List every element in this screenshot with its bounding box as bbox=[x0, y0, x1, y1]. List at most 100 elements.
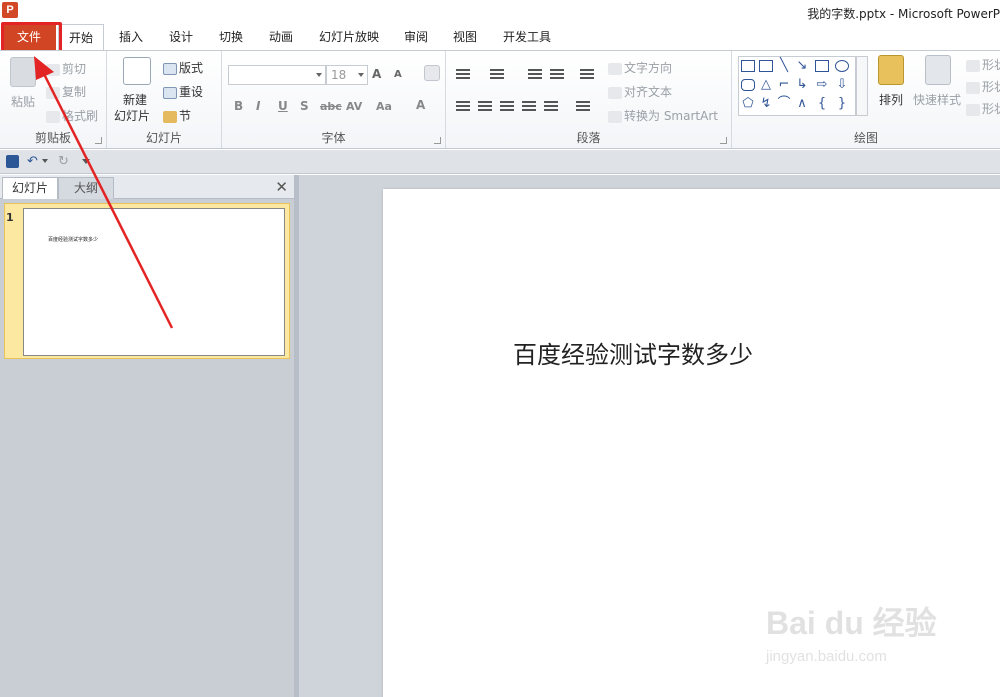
redo-icon[interactable]: ↻ bbox=[58, 154, 69, 169]
convert-smartart-button[interactable]: 转换为 SmartArt bbox=[608, 107, 718, 124]
copy-button[interactable]: 复制 bbox=[46, 83, 86, 100]
align-left-icon[interactable] bbox=[456, 101, 470, 113]
clear-format-icon[interactable] bbox=[424, 65, 440, 81]
slide-textbox[interactable]: 百度经验测试字数多少 bbox=[513, 335, 753, 370]
shapes-gallery-scroll[interactable] bbox=[856, 56, 868, 116]
line-shape-icon[interactable]: ╲ bbox=[777, 59, 791, 72]
watermark-url: jingyan.baidu.com bbox=[766, 648, 887, 665]
clipboard-launcher-icon[interactable] bbox=[95, 137, 102, 144]
right-arrow-shape-icon[interactable]: ⇨ bbox=[815, 78, 829, 91]
slides-group-label: 幻灯片 bbox=[145, 131, 182, 145]
strikethrough-button[interactable]: abc bbox=[320, 100, 342, 113]
distributed-icon[interactable] bbox=[544, 101, 558, 113]
oval-shape-icon[interactable] bbox=[835, 60, 849, 72]
baidu-watermark: Bai du 经验 jingyan.baidu.com bbox=[766, 592, 966, 682]
font-launcher-icon[interactable] bbox=[434, 137, 441, 144]
rectangle-shape-icon[interactable] bbox=[815, 60, 829, 72]
reset-button[interactable]: 重设 bbox=[163, 83, 203, 100]
align-text-button[interactable]: 对齐文本 bbox=[608, 83, 672, 100]
curve-shape-icon[interactable]: ∧ bbox=[795, 97, 809, 110]
layout-icon bbox=[163, 62, 177, 75]
grow-font-button[interactable]: A bbox=[372, 67, 381, 81]
slide-number: 1 bbox=[6, 211, 14, 224]
powerpoint-app-icon[interactable]: P bbox=[2, 2, 18, 18]
cut-button[interactable]: 剪切 bbox=[46, 60, 86, 77]
quick-styles-button[interactable]: 快速样式 bbox=[913, 91, 961, 108]
pen-icon bbox=[966, 81, 980, 94]
quick-styles-icon bbox=[925, 55, 951, 85]
tab-design[interactable]: 设计 bbox=[160, 24, 202, 50]
textbox-shape-icon[interactable] bbox=[741, 60, 755, 72]
align-center-icon[interactable] bbox=[478, 101, 492, 113]
shape-outline-button[interactable]: 形状 bbox=[966, 78, 1000, 95]
undo-icon[interactable]: ↶ bbox=[27, 154, 38, 169]
line-spacing-icon[interactable] bbox=[580, 69, 594, 81]
font-name-combo[interactable] bbox=[228, 65, 326, 85]
paragraph-launcher-icon[interactable] bbox=[720, 137, 727, 144]
shrink-font-button[interactable]: A bbox=[394, 69, 402, 80]
bullets-icon[interactable] bbox=[456, 69, 470, 81]
down-arrow-shape-icon[interactable]: ⇩ bbox=[835, 78, 849, 91]
elbow-connector-shape-icon[interactable]: ⌐ bbox=[777, 78, 791, 91]
new-slide-label-1[interactable]: 新建 bbox=[123, 91, 147, 108]
new-slide-button[interactable]: 幻灯片 bbox=[114, 107, 150, 124]
character-spacing-button[interactable]: AV bbox=[346, 100, 362, 113]
tab-outline[interactable]: 大纲 bbox=[58, 177, 114, 199]
vertical-textbox-shape-icon[interactable] bbox=[759, 60, 773, 72]
justify-icon[interactable] bbox=[522, 101, 536, 113]
section-button[interactable]: 节 bbox=[163, 107, 191, 124]
font-color-button[interactable]: A bbox=[416, 98, 425, 112]
drawing-group-label: 绘图 bbox=[853, 131, 878, 145]
customize-toolbar-icon[interactable] bbox=[82, 159, 90, 164]
freeform-shape-icon[interactable]: ↯ bbox=[759, 97, 773, 110]
columns-icon[interactable] bbox=[576, 101, 590, 113]
tab-review[interactable]: 审阅 bbox=[396, 24, 436, 50]
pentagon-shape-icon[interactable]: ⬠ bbox=[741, 97, 755, 110]
tab-slides[interactable]: 幻灯片 bbox=[2, 177, 58, 199]
tab-home[interactable]: 开始 bbox=[58, 24, 104, 51]
font-group-label: 字体 bbox=[321, 131, 346, 145]
slide-thumbnail-text: 百度经验测试字数多少 bbox=[48, 237, 99, 243]
tab-developer[interactable]: 开发工具 bbox=[496, 24, 558, 50]
text-direction-button[interactable]: 文字方向 bbox=[608, 59, 672, 76]
left-brace-shape-icon[interactable]: { bbox=[815, 97, 829, 110]
elbow-arrow-shape-icon[interactable]: ↳ bbox=[795, 78, 809, 91]
copy-icon bbox=[46, 86, 60, 99]
arrow-line-shape-icon[interactable]: ↘ bbox=[795, 59, 809, 72]
shape-effects-button[interactable]: 形状 bbox=[966, 100, 1000, 117]
tab-file[interactable]: 文件 bbox=[2, 24, 56, 50]
rounded-rect-shape-icon[interactable] bbox=[741, 79, 755, 91]
increase-indent-icon[interactable] bbox=[550, 69, 564, 81]
right-brace-shape-icon[interactable]: } bbox=[835, 97, 849, 110]
undo-dropdown-icon[interactable] bbox=[42, 159, 48, 163]
close-icon[interactable]: ✕ bbox=[275, 178, 288, 196]
smartart-icon bbox=[608, 110, 622, 123]
layout-button[interactable]: 版式 bbox=[163, 59, 203, 76]
tab-animations[interactable]: 动画 bbox=[260, 24, 302, 50]
tab-insert[interactable]: 插入 bbox=[110, 24, 152, 50]
watermark-brand: Bai du 经验 bbox=[766, 605, 937, 641]
save-icon[interactable] bbox=[6, 155, 19, 168]
tab-transitions[interactable]: 切换 bbox=[210, 24, 252, 50]
chevron-down-icon bbox=[358, 73, 364, 77]
tab-view[interactable]: 视图 bbox=[445, 24, 485, 50]
format-painter-button[interactable]: 格式刷 bbox=[46, 107, 98, 124]
align-right-icon[interactable] bbox=[500, 101, 514, 113]
shadow-button[interactable]: S bbox=[300, 99, 309, 113]
paste-button[interactable]: 粘贴 bbox=[11, 93, 35, 110]
triangle-shape-icon[interactable]: △ bbox=[759, 78, 773, 91]
arc-shape-icon[interactable]: ⌒ bbox=[777, 97, 791, 110]
underline-button[interactable]: U bbox=[278, 99, 288, 113]
decrease-indent-icon[interactable] bbox=[528, 69, 542, 81]
numbering-icon[interactable] bbox=[490, 69, 504, 81]
ribbon: 粘贴 剪切 复制 格式刷 剪贴板 新建 幻灯片 版式 重设 节 幻灯片 18 A… bbox=[0, 50, 1000, 149]
arrange-button[interactable]: 排列 bbox=[879, 91, 903, 108]
slide-thumbnail[interactable]: 百度经验测试字数多少 bbox=[23, 208, 285, 356]
tab-slideshow[interactable]: 幻灯片放映 bbox=[312, 24, 386, 50]
paint-bucket-icon bbox=[966, 59, 980, 72]
change-case-button[interactable]: Aa bbox=[376, 100, 392, 113]
italic-button[interactable]: I bbox=[256, 99, 260, 113]
shape-fill-button[interactable]: 形状 bbox=[966, 56, 1000, 73]
font-size-combo[interactable]: 18 bbox=[326, 65, 368, 85]
bold-button[interactable]: B bbox=[234, 99, 243, 113]
